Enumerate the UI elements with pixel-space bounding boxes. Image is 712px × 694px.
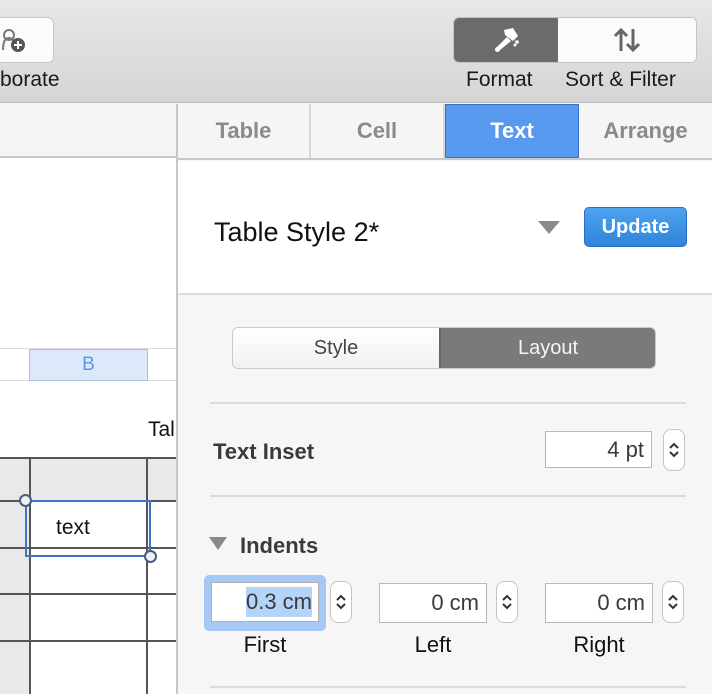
- indents-disclosure-icon[interactable]: [209, 537, 227, 550]
- grid-line: [0, 593, 177, 595]
- selection-handle-top-left[interactable]: [19, 494, 32, 507]
- divider: [210, 402, 686, 404]
- divider: [210, 686, 686, 688]
- stepper-up-icon: [336, 594, 346, 601]
- table-grid[interactable]: [0, 457, 177, 694]
- table-title[interactable]: Tal: [148, 418, 175, 442]
- selection-handle-bottom-right[interactable]: [144, 550, 157, 563]
- paintbrush-icon: [495, 28, 519, 52]
- style-dropdown-icon[interactable]: [538, 221, 560, 234]
- layout-segment[interactable]: Layout: [439, 328, 655, 368]
- right-indent-label: Right: [573, 632, 625, 657]
- column-header-row: B: [0, 348, 177, 381]
- stepper-down-icon: [669, 451, 679, 458]
- first-indent-stepper[interactable]: [330, 581, 352, 623]
- tab-cell[interactable]: Cell: [311, 104, 445, 158]
- format-sort-segmented: [453, 17, 697, 63]
- sheet-tab-bar: [0, 104, 177, 158]
- paragraph-style-area: Table Style 2* Update: [178, 161, 712, 295]
- stepper-up-icon: [669, 442, 679, 449]
- inspector-tabs: Table Cell Text Arrange: [178, 104, 712, 160]
- cell-selection-box[interactable]: [25, 500, 151, 557]
- format-label: Format: [466, 68, 533, 91]
- first-indent-label: First: [243, 632, 287, 657]
- stepper-up-icon: [668, 594, 678, 601]
- paragraph-style-name[interactable]: Table Style 2*: [214, 217, 379, 248]
- column-header-b[interactable]: B: [29, 349, 148, 381]
- right-indent-stepper[interactable]: [662, 581, 684, 623]
- stepper-down-icon: [502, 603, 512, 610]
- text-inset-label: Text Inset: [213, 439, 315, 464]
- tab-text[interactable]: Text: [445, 104, 579, 158]
- text-inset-stepper[interactable]: [663, 429, 685, 471]
- indents-label[interactable]: Indents: [240, 533, 318, 559]
- left-indent-label: Left: [414, 632, 452, 657]
- style-segment[interactable]: Style: [233, 328, 439, 368]
- stepper-up-icon: [502, 594, 512, 601]
- tab-arrange[interactable]: Arrange: [579, 104, 712, 158]
- text-inset-field[interactable]: 4 pt: [545, 431, 652, 468]
- first-indent-value: 0.3 cm: [245, 587, 312, 617]
- grid-line: [0, 640, 177, 642]
- sort-arrows-icon: [613, 27, 641, 53]
- format-button[interactable]: [454, 18, 558, 62]
- stepper-down-icon: [336, 603, 346, 610]
- stepper-down-icon: [668, 603, 678, 610]
- grid-line: [146, 457, 148, 694]
- tab-table[interactable]: Table: [178, 104, 311, 158]
- format-inspector: Table Cell Text Arrange Table Style 2* U…: [178, 104, 712, 694]
- left-indent-field[interactable]: 0 cm: [379, 583, 487, 623]
- grid-line: [29, 457, 31, 694]
- collaborate-label: borate: [0, 68, 60, 91]
- style-layout-segmented: Style Layout: [232, 327, 656, 369]
- divider: [210, 495, 686, 497]
- numbers-window: borate Format Sort & Filter B Tal text T…: [0, 0, 712, 694]
- sort-filter-label: Sort & Filter: [565, 68, 676, 91]
- collaborate-add-icon: [2, 29, 25, 52]
- toolbar: borate Format Sort & Filter: [0, 0, 712, 103]
- update-style-button[interactable]: Update: [584, 207, 687, 247]
- sort-filter-button[interactable]: [558, 18, 696, 62]
- right-indent-field[interactable]: 0 cm: [545, 583, 653, 623]
- grid-line: [0, 457, 177, 459]
- left-indent-stepper[interactable]: [496, 581, 518, 623]
- first-indent-field[interactable]: 0.3 cm: [211, 582, 319, 622]
- collaborate-button[interactable]: [0, 17, 54, 63]
